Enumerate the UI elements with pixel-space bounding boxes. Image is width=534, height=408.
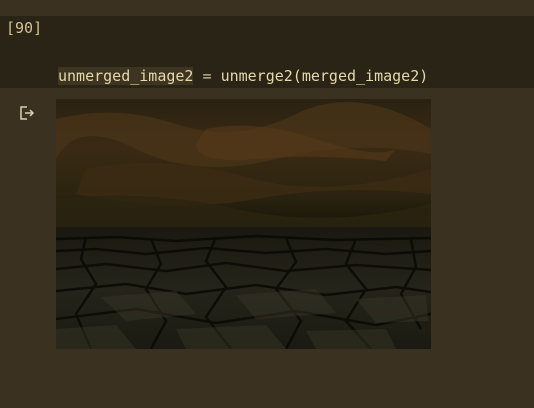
code-function-call: unmerge2(merged_image2) [220, 67, 429, 85]
code-line-1: unmerged_image2 = unmerge2(merged_image2… [58, 64, 428, 88]
code-operator: = [193, 67, 221, 85]
output-image [56, 99, 431, 349]
output-redirect-icon[interactable] [18, 104, 36, 122]
cracked-desert-image [56, 99, 431, 349]
previous-cell-edge [0, 0, 534, 16]
notebook-page: [90] unmerged_image2 = unmerge2(merged_i… [0, 0, 534, 408]
execution-count: [90] [6, 19, 43, 37]
code-variable: unmerged_image2 [58, 67, 194, 85]
